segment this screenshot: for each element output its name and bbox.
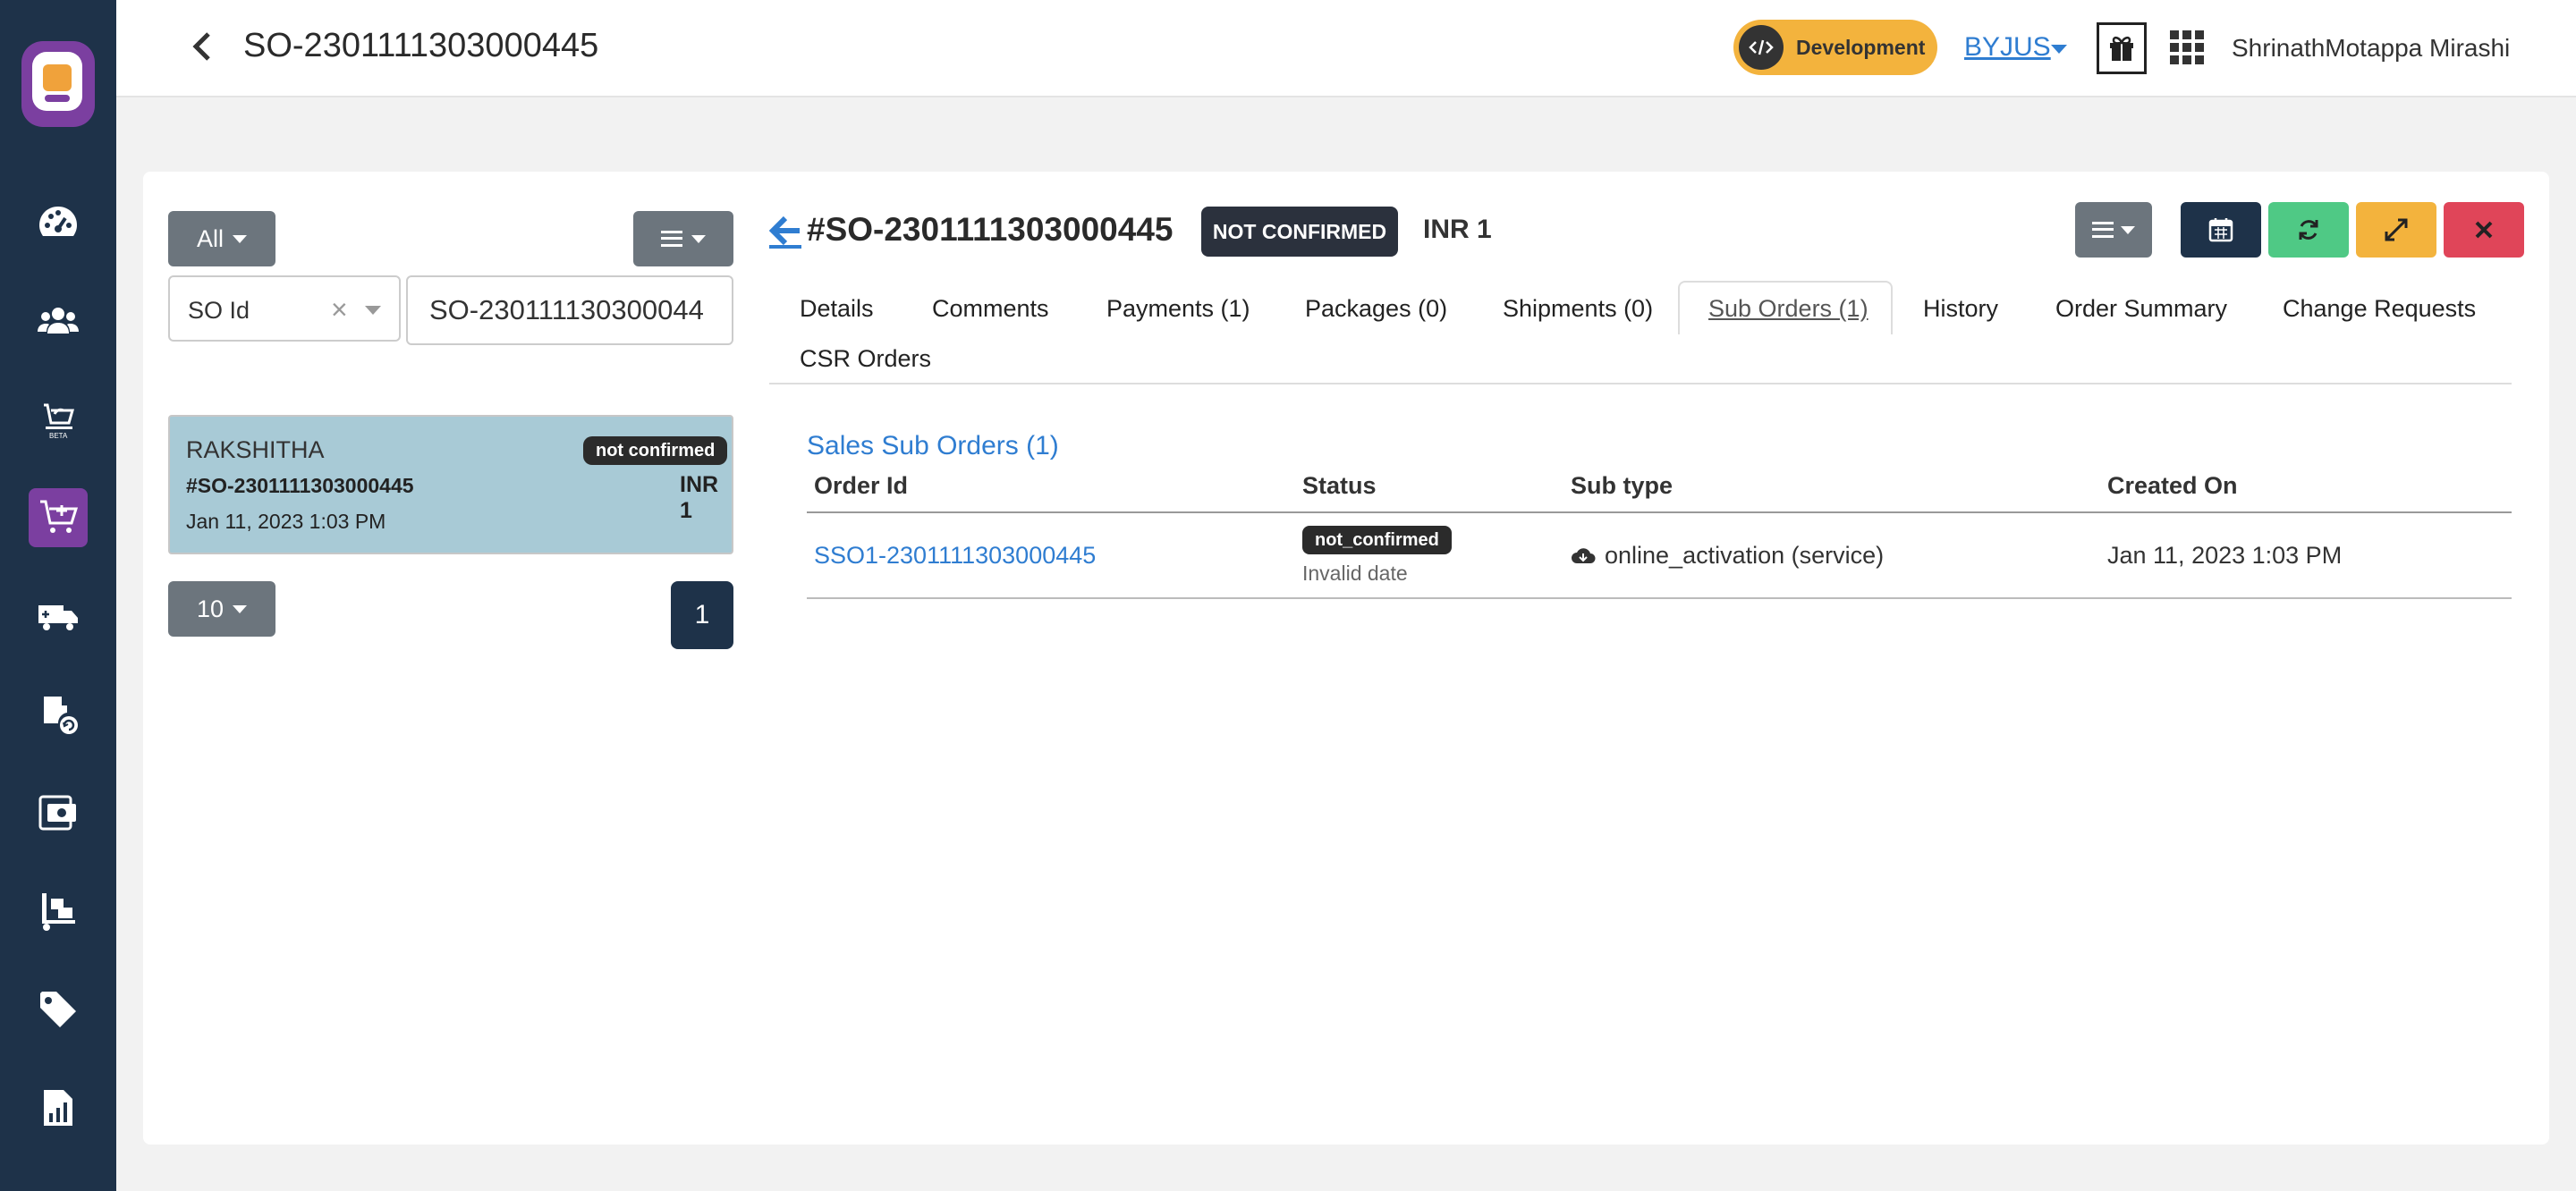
svg-text:BETA: BETA [49, 432, 68, 440]
sidebar: BETA [0, 0, 116, 1191]
sidebar-item-dashboard[interactable] [29, 193, 88, 252]
sub-orders-heading: Sales Sub Orders (1) [807, 431, 1059, 460]
order-date: Jan 11, 2023 1:03 PM [186, 510, 386, 533]
caret-down-icon [691, 234, 706, 243]
close-button[interactable] [2444, 202, 2524, 258]
users-icon [38, 308, 79, 334]
order-workspace: All SO Id × SO-230111130300044 RAKSHITHA… [143, 172, 2549, 1145]
tabs-divider [769, 383, 2512, 384]
sidebar-item-sales-orders[interactable] [29, 488, 88, 547]
order-amount: INR 1 [680, 472, 719, 523]
sub-type-label: online_activation (service) [1605, 542, 1885, 569]
table-header-divider [807, 511, 2512, 513]
tab-comments[interactable]: Comments [932, 295, 1049, 323]
menu-icon [661, 231, 682, 247]
sub-order-created-on: Jan 11, 2023 1:03 PM [2107, 542, 2343, 569]
returns-icon [44, 697, 78, 734]
sidebar-item-catalog-beta[interactable]: BETA [29, 390, 88, 449]
status-filter-label: All [196, 224, 224, 252]
gift-icon [2110, 36, 2133, 61]
tab-sub-orders[interactable]: Sub Orders (1) [1708, 295, 1868, 323]
refresh-button[interactable] [2268, 202, 2349, 258]
close-icon [2475, 221, 2493, 239]
sub-order-id-link[interactable]: SSO1-2301111303000445 [814, 542, 1096, 570]
expand-button[interactable] [2356, 202, 2436, 258]
chevron-down-icon[interactable] [365, 306, 381, 315]
environment-label: Development [1796, 35, 1926, 59]
tab-history[interactable]: History [1923, 295, 1998, 323]
sub-order-sub-type: online_activation (service) [1571, 542, 1884, 570]
reports-icon [44, 1090, 72, 1126]
refresh-icon [2299, 220, 2318, 240]
beta-catalog-icon: BETA [44, 403, 74, 440]
sidebar-item-users[interactable] [29, 291, 88, 351]
expand-icon [2385, 218, 2408, 241]
environment-badge[interactable]: Development [1733, 20, 1937, 75]
tab-details[interactable]: Details [800, 295, 874, 323]
column-header-status: Status [1302, 472, 1377, 499]
order-customer: RAKSHITHA [186, 436, 325, 463]
column-header-sub-type: Sub type [1571, 472, 1674, 499]
column-header-order-id: Order Id [814, 472, 909, 499]
page-size-label: 10 [196, 595, 225, 622]
search-field-value: SO Id [188, 297, 250, 324]
tab-payments[interactable]: Payments (1) [1106, 295, 1250, 323]
gift-button[interactable] [2097, 22, 2147, 74]
truck-icon [38, 605, 78, 630]
back-button[interactable] [184, 27, 220, 66]
caret-down-icon [2121, 225, 2135, 234]
tag-icon [40, 992, 76, 1027]
caret-down-icon [233, 234, 247, 243]
arrow-left-icon[interactable] [769, 213, 801, 250]
warehouse-icon [42, 893, 75, 931]
dashboard-icon [39, 207, 77, 236]
topbar: SO-2301111303000445 Development BYJUS Sh… [116, 0, 2576, 97]
order-status-badge: not confirmed [583, 436, 728, 465]
actions-menu-button[interactable] [2075, 202, 2152, 258]
page-title: SO-2301111303000445 [243, 27, 599, 64]
tab-order-summary[interactable]: Order Summary [2055, 295, 2227, 323]
list-options-menu-button[interactable] [633, 211, 733, 266]
table-row-divider [807, 597, 2512, 599]
sidebar-item-warehouse[interactable] [29, 882, 88, 941]
status-filter-dropdown[interactable]: All [168, 211, 275, 266]
pagination-page-button[interactable]: 1 [671, 581, 733, 649]
column-header-created-on: Created On [2107, 472, 2238, 499]
sub-order-status-badge: not_confirmed [1302, 526, 1452, 554]
org-switcher[interactable]: BYJUS [1964, 32, 2051, 63]
search-input-value: SO-230111130300044 [429, 294, 704, 325]
page-size-dropdown[interactable]: 10 [168, 581, 275, 637]
caret-down-icon [233, 604, 248, 613]
search-input[interactable]: SO-230111130300044 [406, 275, 733, 345]
tab-packages[interactable]: Packages (0) [1305, 295, 1447, 323]
tab-shipments[interactable]: Shipments (0) [1503, 295, 1653, 323]
clear-icon[interactable]: × [331, 293, 348, 326]
order-id: #SO-2301111303000445 [186, 474, 414, 497]
user-menu[interactable]: ShrinathMotappa Mirashi [2232, 34, 2510, 63]
payments-icon [38, 795, 76, 831]
apps-grid-icon[interactable] [2170, 30, 2204, 64]
chevron-left-icon [192, 32, 210, 61]
order-list-item[interactable]: RAKSHITHA not confirmed #SO-230111130300… [168, 415, 733, 554]
sidebar-item-reports[interactable] [29, 1078, 88, 1137]
order-title: #SO-2301111303000445 [807, 211, 1174, 248]
cart-add-icon [40, 500, 79, 533]
sidebar-item-returns[interactable] [29, 685, 88, 744]
cloud-download-icon [1572, 547, 1596, 563]
tab-change-requests[interactable]: Change Requests [2283, 295, 2476, 323]
sidebar-item-payments[interactable] [29, 783, 88, 842]
code-icon [1739, 25, 1784, 70]
order-status-badge: NOT CONFIRMED [1201, 207, 1398, 257]
menu-icon [2092, 222, 2114, 238]
app-logo[interactable] [21, 41, 95, 127]
sidebar-item-shipments[interactable] [29, 587, 88, 646]
search-field-select[interactable]: SO Id × [168, 275, 401, 342]
calendar-icon [2208, 218, 2233, 242]
sub-order-status-note: Invalid date [1302, 562, 1408, 585]
chevron-down-icon[interactable] [2051, 45, 2067, 54]
order-total: INR 1 [1423, 215, 1492, 244]
sidebar-item-promotions[interactable] [29, 980, 88, 1039]
schedule-button[interactable] [2181, 202, 2261, 258]
tab-csr-orders[interactable]: CSR Orders [800, 345, 931, 373]
